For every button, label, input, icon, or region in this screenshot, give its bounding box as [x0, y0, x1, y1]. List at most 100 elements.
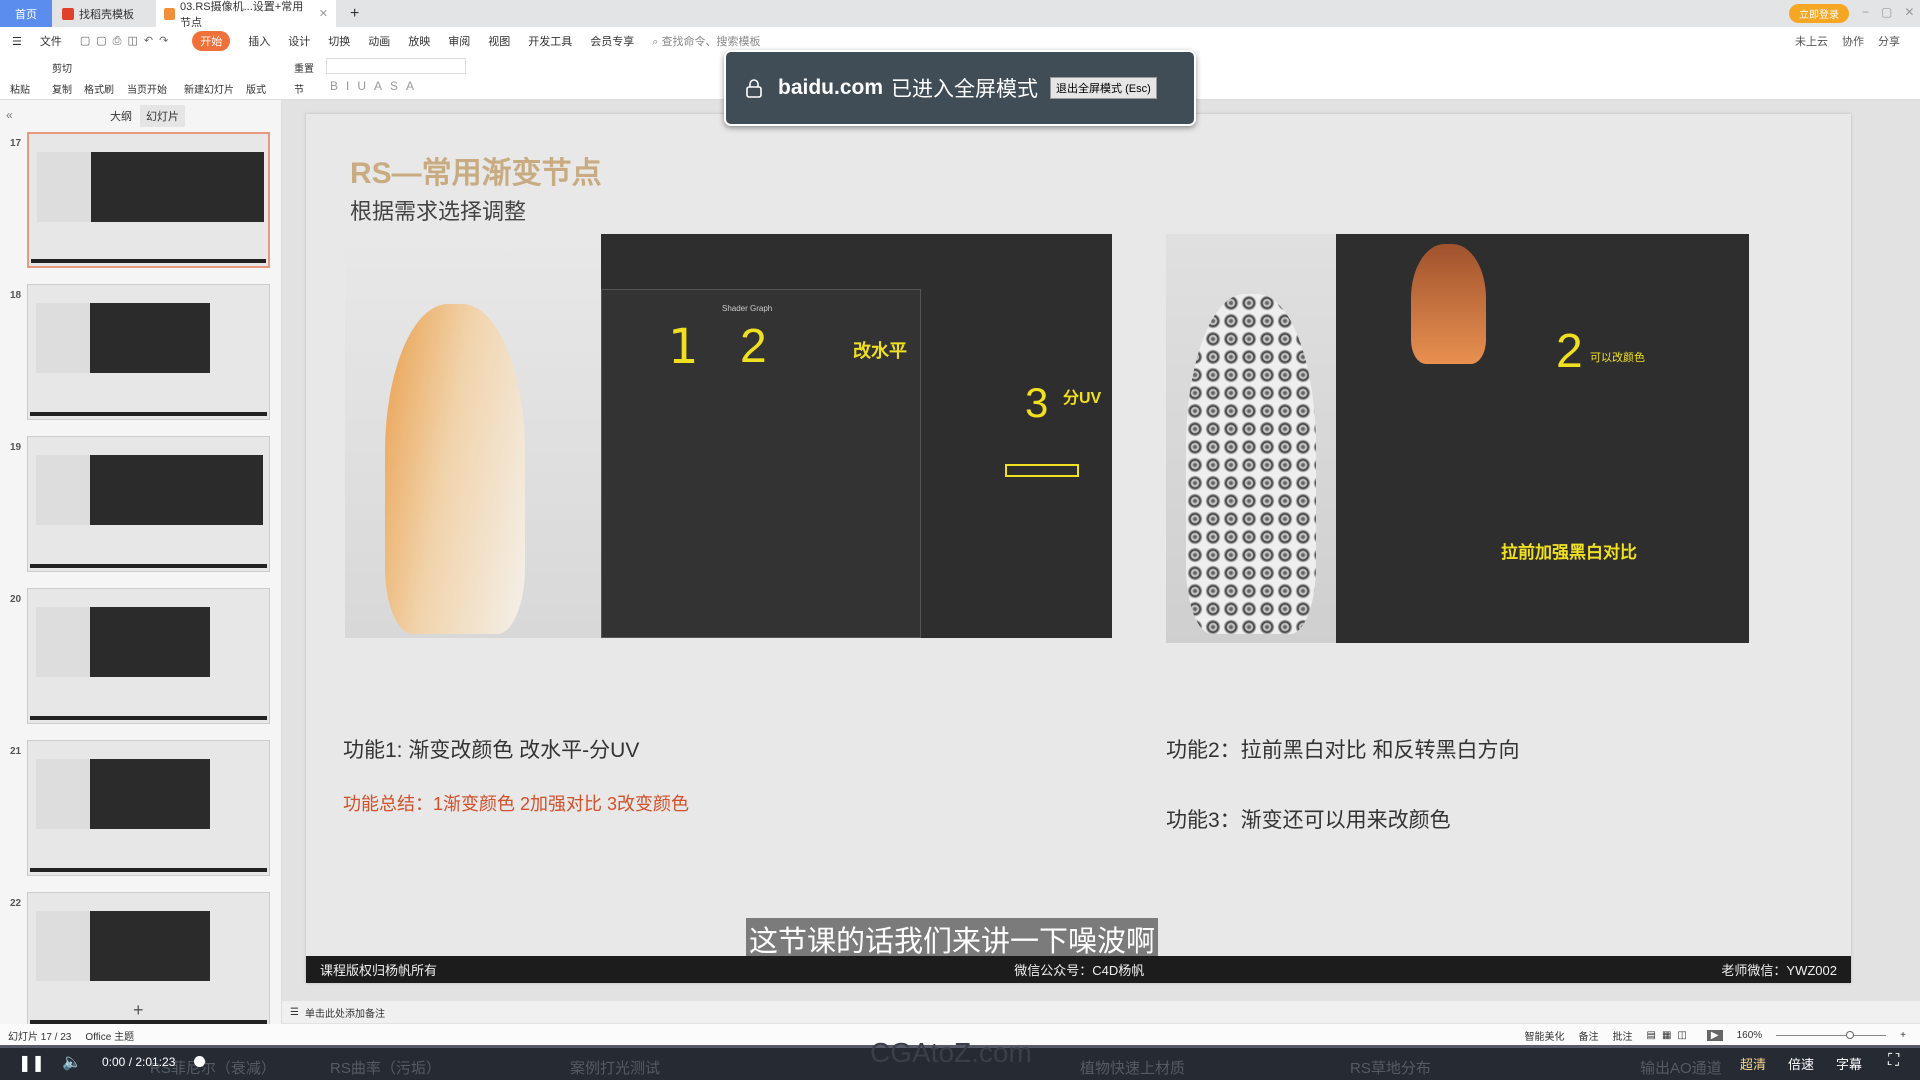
- exit-fullscreen-button[interactable]: 退出全屏模式 (Esc): [1050, 77, 1157, 99]
- popup-message: 已进入全屏模式: [891, 78, 1039, 101]
- chapter-marker[interactable]: 输出AO通道: [1640, 1057, 1722, 1078]
- footer-teacher-wechat: 老师微信：YWZ002: [1721, 963, 1837, 978]
- slide-thumbnail[interactable]: [27, 132, 270, 268]
- annotation: 2: [740, 320, 767, 373]
- menu-slideshow[interactable]: 放映: [408, 33, 430, 49]
- slide-canvas[interactable]: RS—常用渐变节点 根据需求选择调整 Shader Graph 1 2 改水平 …: [306, 114, 1851, 983]
- slide-thumbnail[interactable]: [27, 892, 270, 1028]
- annotation: 1: [668, 319, 699, 375]
- thumb-footer: [30, 412, 267, 416]
- notes-area[interactable]: ☰ 单击此处添加备注: [282, 1001, 1920, 1023]
- tab-template[interactable]: 找稻壳模板: [54, 0, 154, 27]
- quick-access-icons[interactable]: ▢▢⎙◫↶↷: [80, 34, 174, 48]
- hamburger-icon[interactable]: ☰: [12, 35, 22, 48]
- ppt-icon: [164, 7, 176, 20]
- summary-text: 功能总结：1渐变颜色 2加强对比 3改变颜色: [343, 794, 690, 814]
- close-icon[interactable]: ✕: [319, 7, 328, 20]
- menu-animation[interactable]: 动画: [368, 33, 390, 49]
- copy-button[interactable]: 复制: [52, 81, 72, 96]
- thumb-image: [164, 152, 264, 222]
- menu-insert[interactable]: 插入: [248, 33, 270, 49]
- chapter-marker[interactable]: RS草地分布: [1350, 1057, 1431, 1078]
- zoom-level[interactable]: 160%: [1737, 1030, 1763, 1041]
- share-button[interactable]: 分享: [1878, 33, 1900, 49]
- menu-home[interactable]: 开始: [192, 31, 231, 51]
- fullscreen-notification: baidu.com 已进入全屏模式 退出全屏模式 (Esc): [724, 50, 1196, 126]
- window-controls[interactable]: −▢✕: [1862, 5, 1920, 19]
- exit-fullscreen-icon[interactable]: ⛶: [1888, 1052, 1899, 1070]
- popup-domain: baidu.com: [778, 76, 884, 99]
- speed-button[interactable]: 倍速: [1788, 1054, 1814, 1073]
- add-slide-button[interactable]: +: [133, 1000, 144, 1021]
- section-button[interactable]: 节: [294, 81, 304, 96]
- menu-transition[interactable]: 切换: [328, 33, 350, 49]
- footer-copyright: 课程版权归杨帆所有: [320, 963, 438, 978]
- login-button[interactable]: 立即登录: [1789, 4, 1849, 23]
- slide-number: 17: [10, 138, 22, 149]
- menu-view[interactable]: 视图: [488, 33, 510, 49]
- tab-label: 首页: [15, 8, 37, 21]
- font-format-buttons[interactable]: BIUASA: [330, 79, 422, 93]
- pause-button[interactable]: ❚❚: [18, 1053, 45, 1073]
- zoom-in-button[interactable]: +: [1900, 1030, 1906, 1041]
- menu-member[interactable]: 会员专享: [590, 33, 634, 49]
- reset-button[interactable]: 重置: [294, 60, 314, 75]
- annotation: 3: [1025, 379, 1049, 426]
- thumb-image: [90, 759, 210, 829]
- menu-developer[interactable]: 开发工具: [528, 33, 572, 49]
- thumb-image: [36, 607, 96, 677]
- collapse-icon[interactable]: «: [6, 108, 13, 122]
- thumb-image: [163, 455, 263, 525]
- thumb-image: [36, 455, 96, 525]
- progress-knob[interactable]: [194, 1056, 205, 1067]
- zoom-slider[interactable]: [1776, 1030, 1887, 1039]
- tab-document[interactable]: 03.RS摄像机...设置+常用节点 ✕: [156, 0, 336, 29]
- play-current-button[interactable]: 当页开始: [127, 81, 167, 96]
- thumb-image: [90, 607, 210, 677]
- search-input[interactable]: ⌕ 查找命令、搜索模板: [652, 33, 760, 49]
- chapter-marker[interactable]: 植物快速上材质: [1080, 1057, 1185, 1078]
- format-painter-button[interactable]: 格式刷: [84, 81, 114, 96]
- slide-thumbnail[interactable]: [27, 588, 270, 724]
- notes-button[interactable]: 备注: [1579, 1028, 1599, 1043]
- cut-button[interactable]: 剪切: [52, 60, 72, 75]
- menu-design[interactable]: 设计: [288, 33, 310, 49]
- function-1-text: 功能1: 渐变改颜色 改水平-分UV: [343, 739, 640, 762]
- play-slideshow-button[interactable]: ▶: [1706, 1029, 1723, 1041]
- chapter-marker[interactable]: 案例打光测试: [570, 1057, 660, 1078]
- annotation: 拉前加强黑白对比: [1501, 543, 1637, 562]
- chapter-marker[interactable]: RS曲率（污垢）: [330, 1057, 441, 1078]
- shader-graph-title: Shader Graph: [722, 304, 773, 313]
- cloud-button[interactable]: 未上云: [1795, 33, 1828, 49]
- tab-outline[interactable]: 大纲: [110, 108, 132, 124]
- slide-thumbnail[interactable]: [27, 740, 270, 876]
- quality-button[interactable]: 超清: [1740, 1054, 1766, 1073]
- thumb-image: [36, 303, 96, 373]
- menu-review[interactable]: 审阅: [448, 33, 470, 49]
- thumb-image: [90, 911, 210, 981]
- tab-home[interactable]: 首页: [0, 0, 52, 27]
- collab-button[interactable]: 协作: [1842, 33, 1864, 49]
- tab-slides[interactable]: 幻灯片: [140, 105, 185, 127]
- volume-icon[interactable]: 🔈: [62, 1052, 82, 1072]
- annotation: 改水平: [853, 341, 907, 361]
- new-slide-button[interactable]: 新建幻灯片: [184, 81, 234, 96]
- new-tab-button[interactable]: +: [342, 0, 367, 27]
- slide-title: RS—常用渐变节点: [350, 157, 602, 190]
- slide-thumbnail[interactable]: [27, 284, 270, 420]
- annotation: 分UV: [1063, 390, 1102, 407]
- bust-image: [1186, 294, 1316, 634]
- beautify-button[interactable]: 智能美化: [1525, 1028, 1565, 1043]
- notes-icon: ☰: [290, 1006, 299, 1018]
- view-buttons[interactable]: ▤▦◫: [1647, 1030, 1693, 1041]
- tab-label: 找稻壳模板: [79, 8, 134, 21]
- menu-file[interactable]: 文件: [40, 33, 62, 49]
- footer-wechat-account: 微信公众号：C4D杨帆: [1014, 963, 1145, 978]
- comment-button[interactable]: 批注: [1613, 1028, 1633, 1043]
- layout-button[interactable]: 版式: [246, 81, 266, 96]
- slide-thumbnail[interactable]: [27, 436, 270, 572]
- thumb-footer: [30, 564, 267, 568]
- subtitle-button[interactable]: 字幕: [1836, 1054, 1862, 1073]
- paste-button[interactable]: 粘贴: [10, 81, 30, 96]
- font-select[interactable]: [326, 58, 466, 74]
